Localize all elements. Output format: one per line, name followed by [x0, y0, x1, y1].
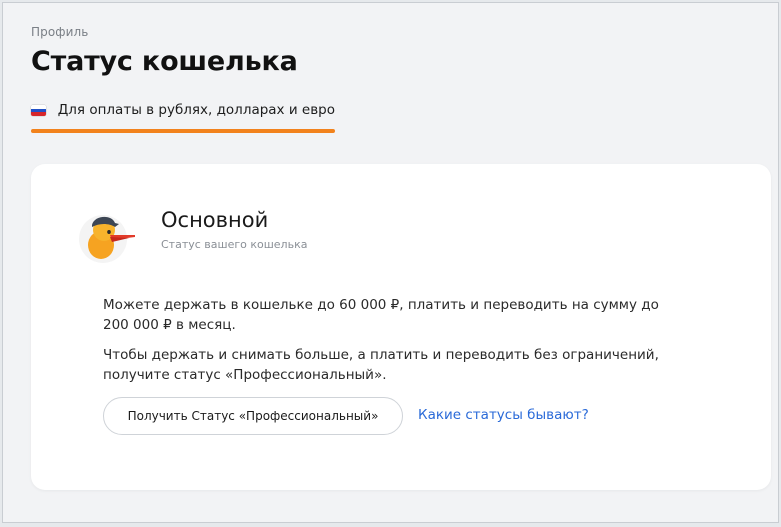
- wallet-status-card: Основной Статус вашего кошелька Можете д…: [31, 164, 771, 490]
- upgrade-hint-text: Чтобы держать и снимать больше, а платит…: [103, 347, 659, 383]
- tab-rub-usd-eur[interactable]: Для оплаты в рублях, долларах и евро: [31, 99, 335, 133]
- russia-flag-icon: [31, 105, 46, 116]
- statuses-info-link[interactable]: Какие статусы бывают?: [418, 407, 589, 423]
- tab-active-indicator: [31, 129, 335, 133]
- status-name: Основной: [161, 208, 269, 232]
- status-subtitle: Статус вашего кошелька: [161, 238, 308, 251]
- status-limits-text: Можете держать в кошельке до 60 000 ₽, п…: [103, 297, 659, 333]
- duck-mascot-icon: [79, 215, 135, 263]
- breadcrumb[interactable]: Профиль: [31, 25, 88, 39]
- get-professional-status-button[interactable]: Получить Статус «Профессиональный»: [103, 397, 403, 435]
- tab-label: Для оплаты в рублях, долларах и евро: [57, 102, 335, 118]
- page-frame: Профиль Статус кошелька Для оплаты в руб…: [2, 2, 779, 523]
- page-title: Статус кошелька: [31, 46, 298, 77]
